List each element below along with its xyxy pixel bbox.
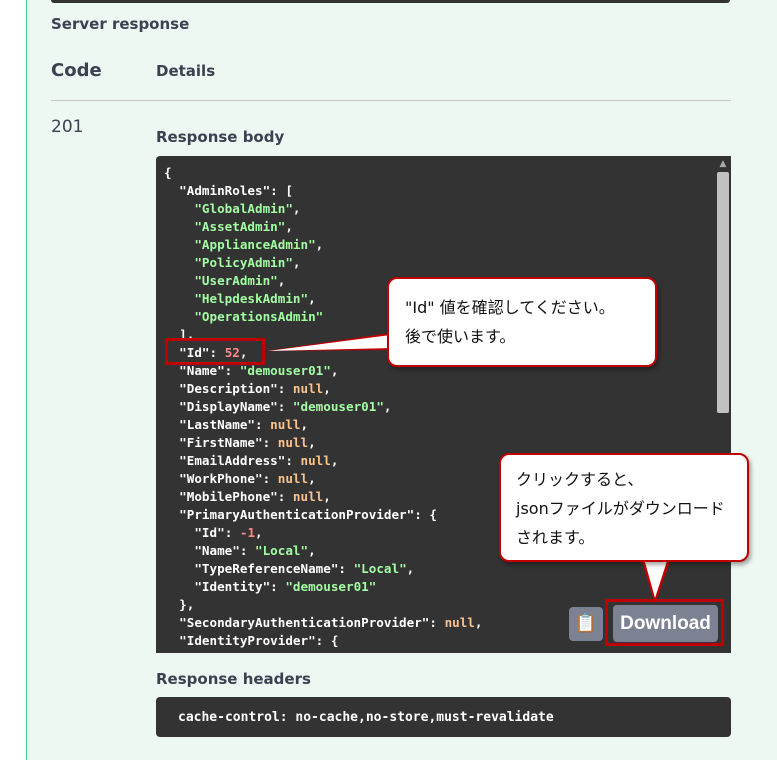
json-text: { "AdminRoles": [ "GlobalAdmin", "AssetA…	[164, 164, 483, 653]
response-headers-label: Response headers	[156, 670, 311, 688]
response-body-label: Response body	[156, 128, 285, 146]
json-line: "Id": -1,	[194, 525, 263, 540]
id-callout-line2: 後で使います。	[405, 327, 516, 346]
json-line: "IdentityProvider": {	[179, 633, 339, 648]
download-callout-line1: クリックすると、	[516, 470, 644, 489]
json-line: "AdminRoles": [	[179, 183, 293, 198]
id-callout: "Id" 値を確認してください。 後で使います。	[387, 277, 657, 367]
json-line: "DisplayName": "demouser01",	[179, 399, 392, 414]
json-line: "SecondaryAuthenticationProvider": null,	[179, 615, 483, 630]
id-callout-line1: "Id" 値を確認してください。	[405, 298, 615, 317]
table-divider	[51, 100, 731, 101]
json-line: "Id": -1,	[164, 650, 483, 653]
json-line: "WorkPhone": null,	[179, 471, 316, 486]
download-callout-line2: jsonファイルがダウンロード	[516, 499, 725, 518]
json-line: "ApplianceAdmin",	[194, 237, 324, 252]
json-line: "PrimaryAuthenticationProvider": {	[179, 507, 437, 522]
json-line: "GlobalAdmin",	[194, 201, 301, 216]
json-line: "PolicyAdmin",	[194, 255, 301, 270]
json-line: "EmailAddress": null,	[179, 453, 339, 468]
json-line: },	[164, 597, 195, 612]
server-response-title: Server response	[51, 15, 190, 33]
download-callout-line3: されます。	[516, 528, 595, 547]
json-line: "Description": null,	[179, 381, 331, 396]
json-line: "AssetAdmin",	[194, 219, 293, 234]
request-url-box-edge	[51, 0, 730, 3]
json-line: "Name": "Local",	[194, 543, 316, 558]
response-headers-code[interactable]: cache-control: no-cache,no-store,must-re…	[156, 697, 731, 737]
download-highlight-box	[605, 599, 724, 646]
details-column-header: Details	[156, 62, 216, 80]
id-highlight-box	[165, 338, 265, 365]
response-body-code[interactable]: { "AdminRoles": [ "GlobalAdmin", "AssetA…	[156, 156, 731, 653]
json-line: "MobilePhone": null,	[179, 489, 331, 504]
copy-to-clipboard-button[interactable]: 📋	[569, 607, 603, 641]
code-column-header: Code	[51, 60, 102, 81]
json-line: "LastName": null,	[179, 417, 309, 432]
json-line: {	[164, 165, 172, 180]
scroll-up-arrow-icon[interactable]: ▲	[717, 158, 729, 170]
download-callout: クリックすると、 jsonファイルがダウンロード されます。	[499, 453, 749, 562]
json-line: "TypeReferenceName": "Local",	[194, 561, 415, 576]
header-line: cache-control: no-cache,no-store,must-re…	[178, 710, 554, 725]
response-status-code: 201	[51, 117, 84, 137]
clipboard-icon: 📋	[574, 613, 598, 634]
scrollbar-thumb[interactable]	[717, 172, 729, 413]
json-line: "Identity": "demouser01"	[194, 579, 377, 594]
json-line: "FirstName": null,	[179, 435, 316, 450]
